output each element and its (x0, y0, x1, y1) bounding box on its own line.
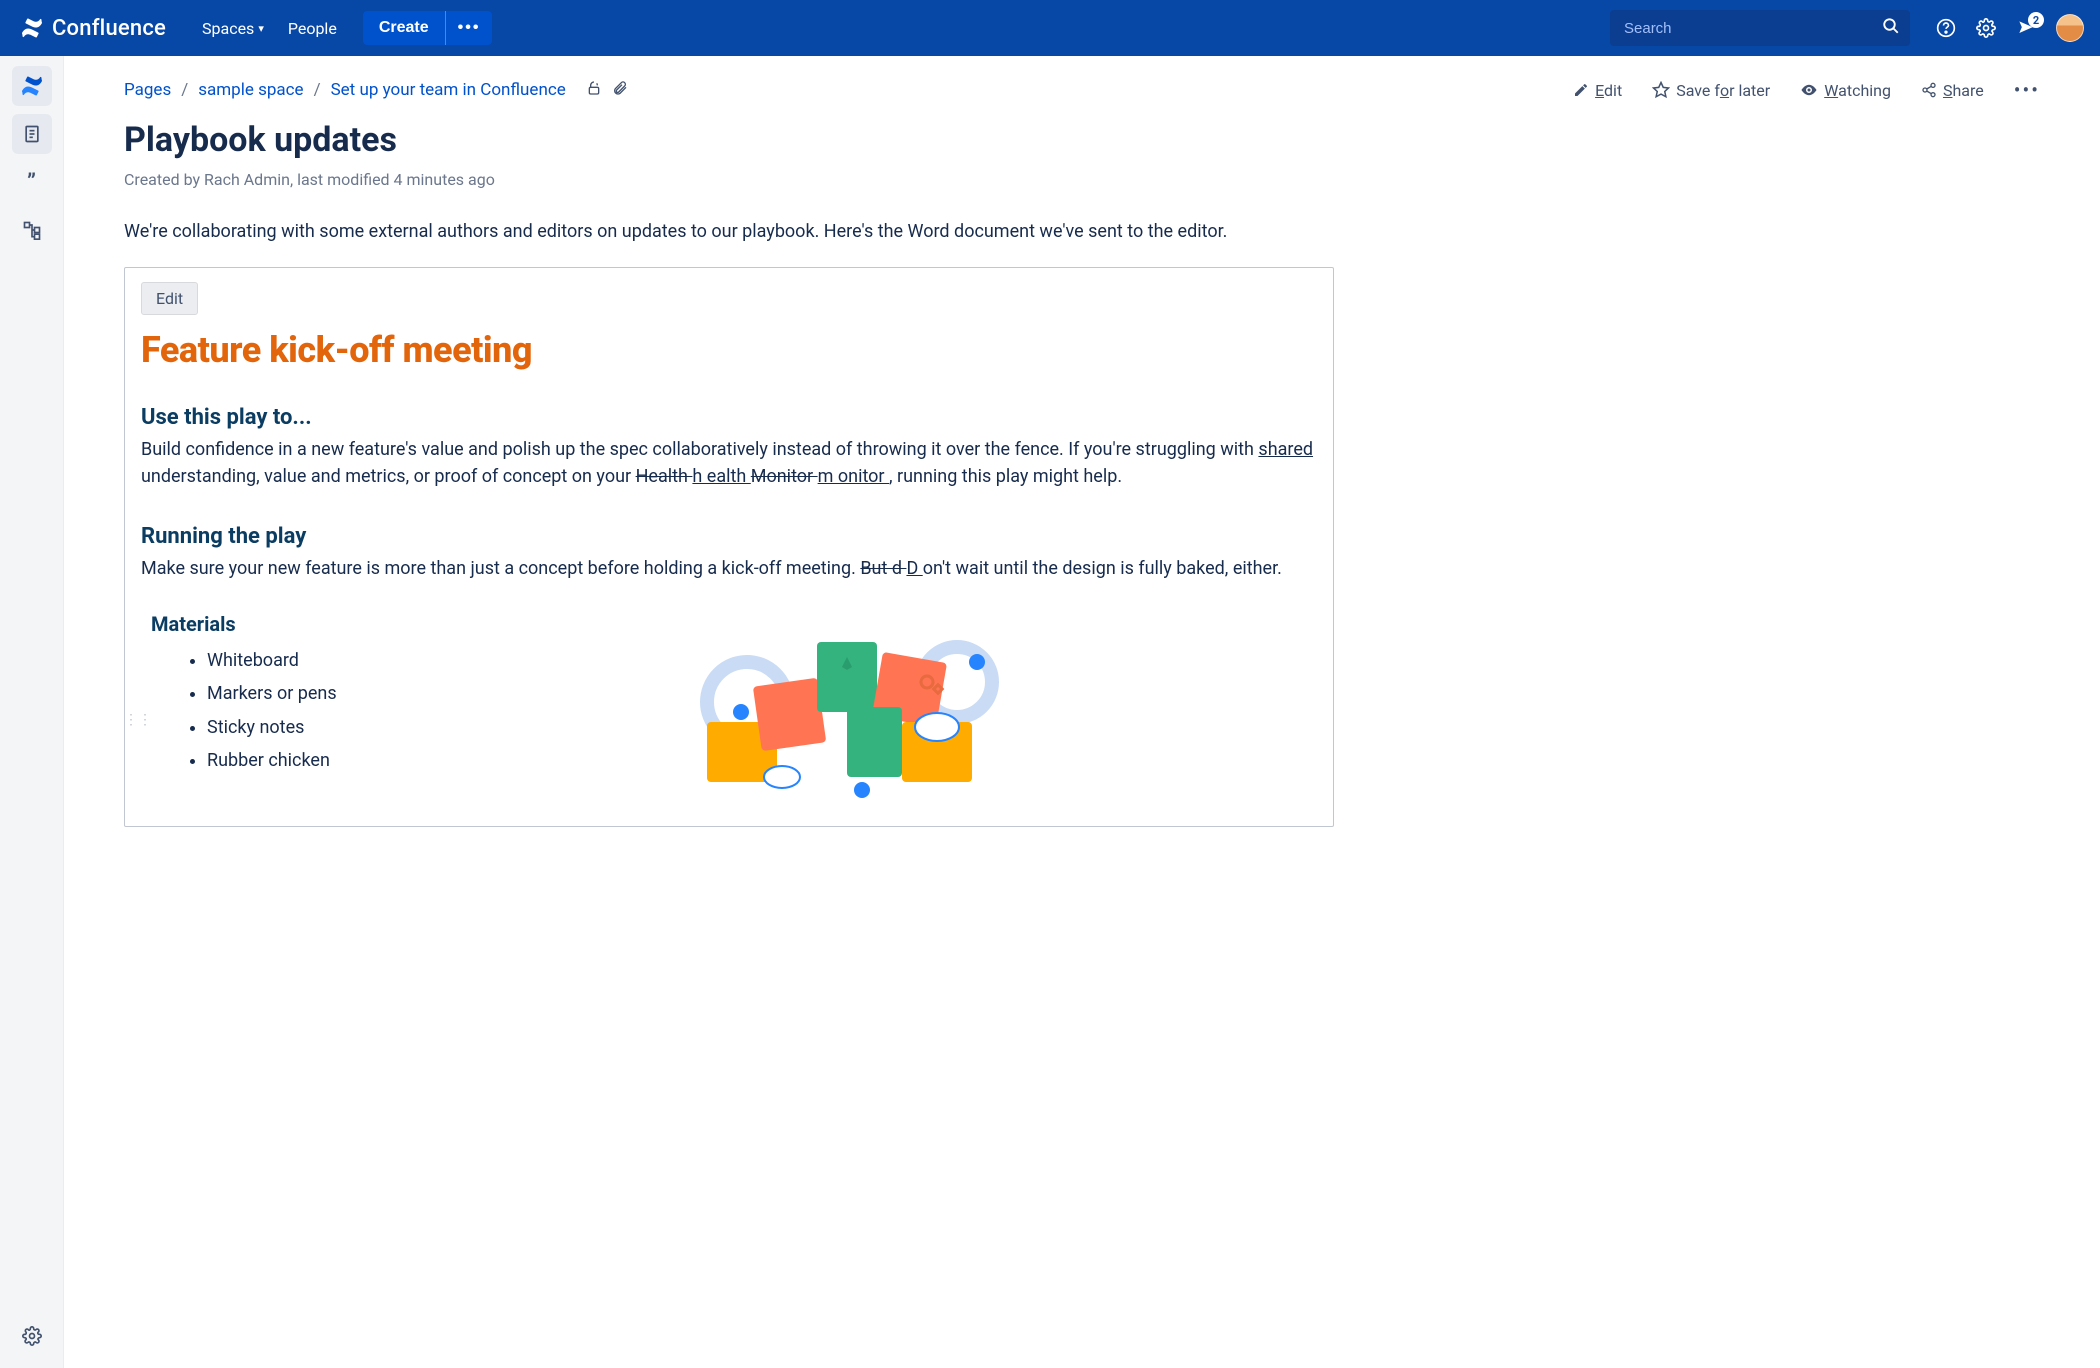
breadcrumb-sep: / (181, 80, 188, 100)
share-button[interactable]: Share (1921, 81, 1984, 100)
doc-heading-use: Use this play to... (141, 405, 1317, 430)
create-more-button[interactable]: ••• (445, 11, 493, 45)
list-item: Markers or pens (207, 677, 337, 710)
list-item: Sticky notes (207, 711, 337, 744)
watch-label: atching (1838, 81, 1891, 100)
doc-illustration (377, 612, 1317, 802)
edit-button[interactable]: Edit (1573, 81, 1622, 100)
settings-icon[interactable] (1976, 18, 1996, 38)
doc-delete: Health (636, 466, 693, 487)
doc-text: on't wait until the design is fully bake… (923, 558, 1282, 579)
rail-confluence-icon[interactable] (12, 66, 52, 106)
list-item: Whiteboard (207, 644, 337, 677)
rail-settings-icon[interactable] (12, 1316, 52, 1356)
doc-paragraph-use: Build confidence in a new feature's valu… (141, 436, 1317, 490)
page-intro: We're collaborating with some external a… (124, 219, 1284, 245)
chevron-down-icon: ▾ (258, 22, 264, 35)
notifications-icon[interactable]: 2 (2016, 18, 2036, 38)
breadcrumb-parent[interactable]: Set up your team in Confluence (331, 80, 566, 100)
doc-delete: But d (860, 558, 906, 579)
breadcrumb-space[interactable]: sample space (198, 80, 303, 100)
nav-people[interactable]: People (288, 19, 337, 38)
page-title: Playbook updates (124, 120, 2040, 160)
page-byline: Created by Rach Admin, last modified 4 m… (124, 170, 2040, 189)
search-box (1610, 10, 1910, 46)
restrictions-icon[interactable] (586, 80, 602, 101)
doc-insert: h ealth (692, 466, 750, 487)
page-actions: Edit Save for later Watching Share ••• (1573, 78, 2040, 102)
product-name: Confluence (52, 16, 166, 41)
share-label: hare (1952, 81, 1983, 100)
rail-resize-handle[interactable]: ⋮⋮ (124, 712, 152, 728)
embed-edit-button[interactable]: Edit (141, 282, 198, 315)
search-input[interactable] (1610, 10, 1910, 46)
doc-title: Feature kick-off meeting (141, 329, 1317, 371)
rail-tree-icon[interactable] (12, 210, 52, 250)
help-icon[interactable] (1936, 18, 1956, 38)
breadcrumb: Pages / sample space / Set up your team … (124, 80, 628, 101)
doc-insert: m onitor (818, 466, 889, 487)
materials-list: Whiteboard Markers or pens Sticky notes … (207, 644, 337, 777)
confluence-icon (20, 16, 44, 40)
doc-heading-materials: Materials (151, 612, 337, 636)
save-for-later-button[interactable]: Save for later (1652, 81, 1770, 100)
doc-text: Build confidence in a new feature's valu… (141, 439, 1258, 460)
nav-spaces[interactable]: Spaces ▾ (202, 19, 264, 38)
rail-page-icon[interactable] (12, 114, 52, 154)
nav-people-label: People (288, 19, 337, 38)
more-actions-button[interactable]: ••• (2014, 78, 2040, 102)
product-logo[interactable]: Confluence (20, 16, 166, 41)
create-group: Create ••• (363, 11, 493, 45)
embedded-document: Edit Feature kick-off meeting Use this p… (124, 267, 1334, 827)
doc-insert: D (906, 558, 922, 579)
search-icon[interactable] (1882, 17, 1900, 39)
list-item: Rubber chicken (207, 744, 337, 777)
breadcrumb-sep: / (314, 80, 321, 100)
create-button[interactable]: Create (363, 11, 445, 45)
doc-text: understanding, value and metrics, or pro… (141, 466, 636, 487)
edit-label: dit (1604, 81, 1622, 100)
save-label-ul: o (1720, 81, 1729, 100)
rail-quote-icon[interactable]: ” (12, 162, 52, 202)
doc-text: , running this play might help. (889, 466, 1122, 487)
watching-button[interactable]: Watching (1800, 81, 1891, 100)
nav-links: Spaces ▾ People (202, 19, 337, 38)
watch-label-ul: W (1824, 81, 1838, 100)
edit-label-ul: E (1595, 81, 1604, 100)
breadcrumb-pages[interactable]: Pages (124, 80, 171, 100)
doc-delete: Monitor (751, 466, 818, 487)
save-label: Save f (1676, 81, 1720, 100)
left-rail: ” (0, 56, 64, 1368)
attachments-icon[interactable] (612, 80, 628, 101)
top-nav: Confluence Spaces ▾ People Create ••• 2 (0, 0, 2100, 56)
save-label-rest: r later (1729, 81, 1770, 100)
notif-badge: 2 (2028, 12, 2044, 28)
doc-text: Make sure your new feature is more than … (141, 558, 860, 579)
nav-spaces-label: Spaces (202, 19, 254, 38)
user-avatar[interactable] (2056, 14, 2084, 42)
doc-heading-running: Running the play (141, 524, 1317, 549)
doc-insert: shared (1258, 439, 1313, 460)
doc-paragraph-running: Make sure your new feature is more than … (141, 555, 1317, 582)
avatar-image (2056, 14, 2084, 42)
